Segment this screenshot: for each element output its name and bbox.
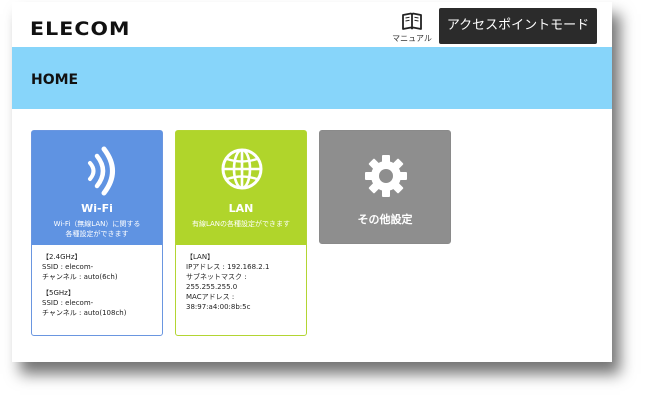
wifi-card-header[interactable]: Wi-Fi Wi-Fi（無線LAN）に関する 各種設定ができます: [32, 131, 162, 245]
elecom-logo: ELECOM: [30, 18, 131, 40]
book-icon: [402, 12, 422, 30]
manual-button[interactable]: マニュアル: [391, 12, 433, 44]
lan-ip-address: IPアドレス : 192.168.2.1: [186, 263, 270, 271]
band-5ghz-channel: チャンネル : auto(108ch): [42, 309, 127, 317]
lan-mac-value: 38:97:a4:00:8b:5c: [186, 303, 251, 311]
page-title: HOME: [31, 72, 79, 88]
gear-icon: [365, 155, 407, 197]
access-point-mode-button[interactable]: アクセスポイントモード: [439, 8, 597, 44]
lan-card-header[interactable]: LAN 有線LANの各種設定ができます: [176, 131, 306, 245]
top-bar: ELECOM マニュアル アクセスポイントモード: [12, 2, 612, 47]
wifi-card-description: Wi-Fi（無線LAN）に関する 各種設定ができます: [32, 219, 162, 239]
manual-label: マニュアル: [392, 34, 432, 43]
wifi-card[interactable]: Wi-Fi Wi-Fi（無線LAN）に関する 各種設定ができます 【2.4GHz…: [31, 130, 163, 336]
wifi-card-title: Wi-Fi: [81, 202, 113, 215]
band-5ghz-ssid: SSID : elecom-: [42, 299, 94, 307]
lan-card-title: LAN: [228, 202, 254, 215]
other-settings-card-header[interactable]: その他設定: [320, 131, 450, 243]
lan-card-description: 有線LANの各種設定ができます: [191, 220, 291, 228]
wifi-card-info: 【2.4GHz】 SSID : elecom- チャンネル : auto(6ch…: [32, 245, 162, 318]
band-24ghz-heading: 【2.4GHz】: [42, 253, 82, 261]
lan-card-info: 【LAN】 IPアドレス : 192.168.2.1 サブネットマスク : 25…: [176, 245, 306, 312]
other-settings-card-title: その他設定: [357, 213, 413, 226]
lan-subnet-value: 255.255.255.0: [186, 283, 238, 291]
band-5ghz-heading: 【5GHz】: [42, 289, 75, 297]
other-settings-card[interactable]: その他設定: [319, 130, 451, 244]
globe-icon: [221, 148, 263, 190]
lan-mac-label: MACアドレス :: [186, 293, 235, 301]
router-admin-window: ELECOM マニュアル アクセスポイントモード HOME Wi-Fi Wi-F…: [12, 2, 612, 362]
wifi-desc-line1: Wi-Fi（無線LAN）に関する: [53, 220, 141, 228]
lan-info-heading: 【LAN】: [186, 253, 215, 261]
lan-subnet-label: サブネットマスク :: [186, 273, 247, 281]
wifi-desc-line2: 各種設定ができます: [65, 230, 129, 238]
lan-card[interactable]: LAN 有線LANの各種設定ができます 【LAN】 IPアドレス : 192.1…: [175, 130, 307, 336]
band-24ghz-ssid: SSID : elecom-: [42, 263, 94, 271]
page-header: HOME: [12, 47, 612, 109]
wifi-signal-icon: [88, 146, 115, 196]
band-24ghz-channel: チャンネル : auto(6ch): [42, 273, 118, 281]
